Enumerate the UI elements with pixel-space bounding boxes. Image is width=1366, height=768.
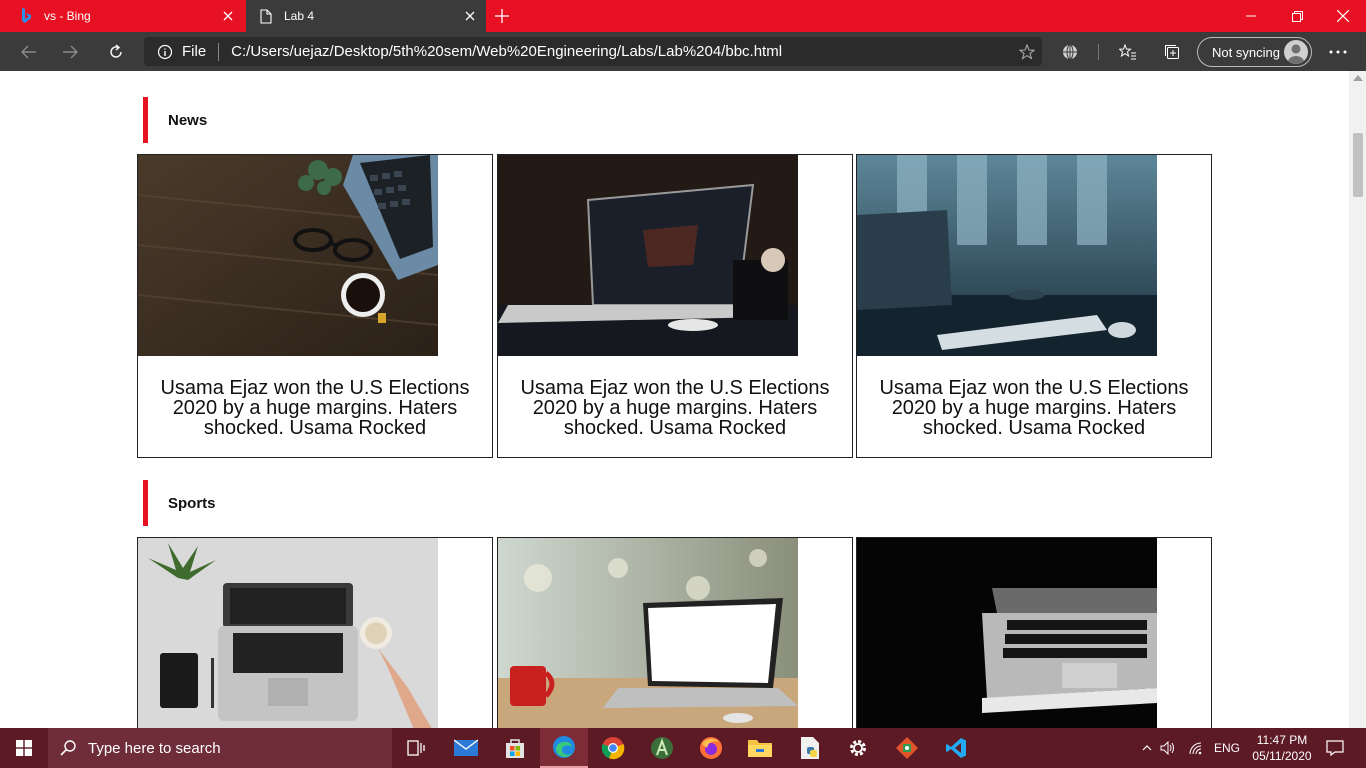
system-tray: ENG — [1140, 728, 1240, 768]
translate-globe-icon[interactable] — [1058, 40, 1082, 64]
forward-icon[interactable] — [55, 36, 87, 68]
store-icon[interactable] — [491, 728, 539, 768]
taskbar-search-box[interactable]: Type here to search — [48, 728, 392, 768]
toolbar-divider — [1098, 44, 1099, 60]
task-view-icon[interactable] — [392, 728, 440, 768]
url-text[interactable]: C:/Users/uejaz/Desktop/5th%20sem/Web%20E… — [231, 43, 1012, 60]
favorite-star-icon[interactable] — [1012, 37, 1042, 66]
page-scrollbar[interactable] — [1349, 71, 1366, 728]
sports-image — [498, 538, 798, 728]
tab-title: Lab 4 — [284, 9, 315, 23]
taskbar-clock[interactable]: 11:47 PM 05/11/2020 — [1244, 732, 1320, 764]
news-card[interactable]: Usama Ejaz won the U.S Elections 2020 by… — [856, 154, 1212, 458]
tab-title: vs - Bing — [44, 9, 91, 23]
close-window-icon[interactable] — [1320, 0, 1366, 32]
browser-toolbar: File C:/Users/uejaz/Desktop/5th%20sem/We… — [0, 32, 1366, 71]
address-bar[interactable]: File C:/Users/uejaz/Desktop/5th%20sem/We… — [144, 37, 1042, 66]
mail-icon[interactable] — [442, 728, 490, 768]
clock-date: 05/11/2020 — [1252, 749, 1312, 763]
clock-time: 11:47 PM — [1256, 733, 1308, 747]
favorites-icon[interactable] — [1116, 40, 1140, 64]
sync-button[interactable]: Not syncing — [1197, 37, 1312, 67]
git-gui-icon[interactable] — [883, 728, 931, 768]
scroll-up-arrow-icon[interactable] — [1353, 75, 1363, 81]
restore-icon[interactable] — [1274, 0, 1320, 32]
settings-gear-icon[interactable] — [834, 728, 882, 768]
sports-card[interactable] — [856, 537, 1212, 728]
tab-lab4[interactable]: Lab 4 — [246, 0, 486, 32]
chrome-icon[interactable] — [589, 728, 637, 768]
tab-strip: vs - Bing Lab 4 — [0, 0, 1366, 32]
card-caption: Usama Ejaz won the U.S Elections 2020 by… — [520, 377, 830, 439]
edge-icon[interactable] — [540, 728, 588, 768]
section-heading-news: News — [143, 97, 443, 143]
tab-bing[interactable]: vs - Bing — [0, 0, 244, 32]
news-image — [138, 155, 438, 356]
windows-taskbar: Type here to search ENG 11:47 PM 05/11/2… — [0, 728, 1366, 768]
input-language[interactable]: ENG — [1208, 741, 1240, 755]
profile-avatar — [1284, 40, 1308, 64]
address-divider — [218, 42, 220, 61]
file-explorer-icon[interactable] — [736, 728, 784, 768]
chevron-up-icon[interactable] — [1140, 745, 1154, 751]
sports-card[interactable] — [497, 537, 853, 728]
news-card[interactable]: Usama Ejaz won the U.S Elections 2020 by… — [497, 154, 853, 458]
wifi-icon[interactable] — [1182, 741, 1208, 755]
card-caption: Usama Ejaz won the U.S Elections 2020 by… — [160, 377, 470, 439]
more-menu-icon[interactable] — [1326, 40, 1350, 64]
sports-card[interactable] — [137, 537, 493, 728]
page-viewport: News Usama Ejaz won the U.S Elections 20… — [0, 71, 1366, 728]
info-icon[interactable] — [156, 43, 174, 61]
sync-label: Not syncing — [1212, 44, 1280, 60]
scheme-label: File — [182, 43, 207, 60]
section-heading-sports: Sports — [143, 480, 443, 526]
news-image — [857, 155, 1157, 356]
new-tab-icon[interactable] — [492, 6, 512, 26]
sports-image — [857, 538, 1157, 728]
search-icon — [48, 728, 88, 768]
bing-icon — [18, 8, 34, 24]
scrollbar-thumb[interactable] — [1353, 133, 1363, 197]
volume-icon[interactable] — [1154, 741, 1182, 755]
vscode-icon[interactable] — [932, 728, 980, 768]
news-card[interactable]: Usama Ejaz won the U.S Elections 2020 by… — [137, 154, 493, 458]
card-caption: Usama Ejaz won the U.S Elections 2020 by… — [879, 377, 1189, 439]
search-placeholder: Type here to search — [88, 739, 221, 757]
python-file-icon[interactable] — [786, 728, 834, 768]
notification-icon[interactable] — [1320, 728, 1350, 768]
start-windows-icon[interactable] — [0, 728, 48, 768]
page-icon — [258, 8, 274, 24]
news-image — [498, 155, 798, 356]
collections-icon[interactable] — [1160, 40, 1184, 64]
android-studio-icon[interactable] — [638, 728, 686, 768]
refresh-icon[interactable] — [100, 36, 132, 68]
close-tab-icon[interactable] — [220, 8, 236, 24]
firefox-icon[interactable] — [687, 728, 735, 768]
minimize-icon[interactable] — [1228, 0, 1274, 32]
sports-image — [138, 538, 438, 728]
back-icon[interactable] — [12, 36, 44, 68]
close-tab-icon[interactable] — [462, 8, 478, 24]
